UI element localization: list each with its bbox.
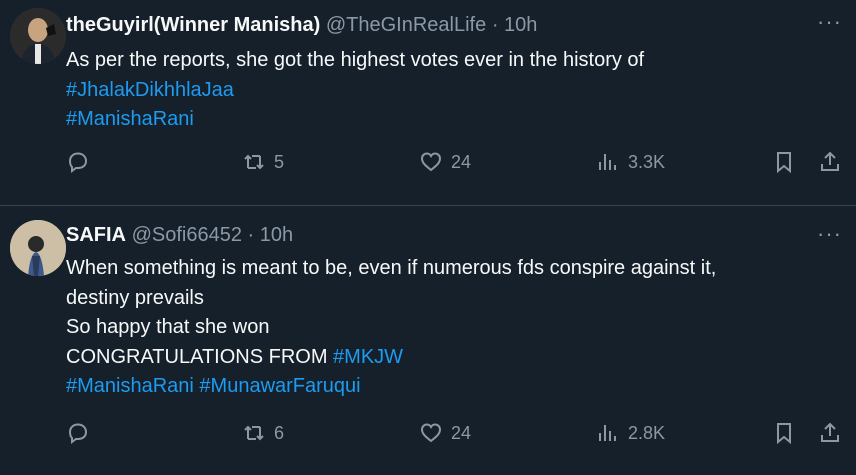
tweet[interactable]: theGuyirl(Winner Manisha) @TheGInRealLif…: [0, 0, 856, 206]
retweet-icon: [244, 154, 264, 170]
tweet-line: #ManishaRani #MunawarFaruqui: [66, 372, 836, 402]
views-button[interactable]: 3.3K: [596, 150, 665, 174]
bookmark-icon: [777, 423, 791, 445]
timestamp[interactable]: 10h: [260, 224, 293, 246]
tweet-text: As per the reports, she got the highest …: [66, 46, 836, 135]
tweet-line: CONGRATULATIONS FROM #MKJW: [66, 343, 836, 373]
tweet-line: When something is meant to be, even if n…: [66, 257, 717, 279]
bookmark-button[interactable]: [772, 421, 796, 445]
view-count: 3.3K: [628, 151, 666, 172]
bookmark-button[interactable]: [772, 150, 796, 174]
hashtag-link[interactable]: #MunawarFaruqui: [199, 375, 360, 397]
views-button[interactable]: 2.8K: [596, 421, 665, 445]
views-icon: [599, 425, 616, 441]
hashtag-link[interactable]: #ManishaRani: [66, 375, 194, 397]
share-icon: [821, 151, 839, 171]
view-count: 2.8K: [628, 422, 666, 443]
avatar[interactable]: [10, 220, 66, 276]
tweet-line-text: CONGRATULATIONS FROM: [66, 345, 334, 368]
heart-icon: [420, 423, 442, 443]
retweet-count: 6: [274, 422, 285, 443]
display-name[interactable]: SAFIA: [66, 224, 126, 246]
share-icon: [821, 422, 839, 442]
share-button[interactable]: [818, 150, 842, 174]
reply-icon: [68, 423, 88, 444]
action-bar: 5 24 3.3K: [66, 150, 842, 180]
reply-icon: [68, 152, 88, 173]
like-count: 24: [451, 151, 472, 172]
tweet-text: When something is meant to be, even if n…: [66, 254, 836, 402]
tweet-header: theGuyirl(Winner Manisha) @TheGInRealLif…: [66, 12, 796, 38]
retweet-button[interactable]: 5: [242, 150, 284, 174]
hashtag-link[interactable]: #JhalakDikhhlaJaa: [66, 76, 836, 106]
avatar-photo: [10, 220, 66, 276]
tweet-line: destiny prevails: [66, 286, 204, 309]
reply-button[interactable]: [66, 421, 98, 445]
display-name[interactable]: theGuyirl(Winner Manisha): [66, 14, 320, 36]
views-icon: [599, 154, 616, 170]
retweet-button[interactable]: 6: [242, 421, 284, 445]
like-button[interactable]: 24: [419, 421, 471, 445]
bookmark-icon: [777, 152, 791, 174]
retweet-count: 5: [274, 151, 285, 172]
hashtag-link[interactable]: #MKJW: [333, 346, 403, 368]
share-button[interactable]: [818, 421, 842, 445]
handle[interactable]: @Sofi66452: [132, 224, 242, 246]
separator: ·: [491, 14, 499, 36]
tweet-line: So happy that she won: [66, 316, 270, 338]
separator: ·: [247, 224, 255, 246]
more-icon[interactable]: ···: [817, 11, 842, 33]
like-count: 24: [451, 422, 472, 443]
action-bar: 6 24 2.8K: [66, 421, 842, 451]
tweet-header: SAFIA @Sofi66452 · 10h: [66, 222, 796, 248]
more-icon[interactable]: ···: [817, 223, 842, 245]
retweet-icon: [244, 425, 264, 441]
tweet[interactable]: SAFIA @Sofi66452 · 10h ··· When somethin…: [0, 206, 856, 475]
avatar[interactable]: [10, 8, 66, 64]
like-button[interactable]: 24: [419, 150, 471, 174]
reply-button[interactable]: [66, 150, 98, 174]
avatar-photo: [10, 8, 66, 64]
timestamp[interactable]: 10h: [504, 14, 537, 36]
hashtag-link[interactable]: #ManishaRani: [66, 105, 836, 135]
heart-icon: [420, 152, 442, 172]
tweet-line: As per the reports, she got the highest …: [66, 49, 645, 71]
handle[interactable]: @TheGInRealLife: [326, 14, 486, 36]
